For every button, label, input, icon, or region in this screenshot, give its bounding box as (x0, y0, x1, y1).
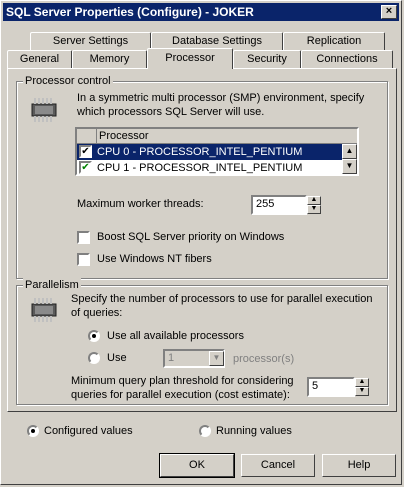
use-n-processors-label: Use (107, 352, 127, 364)
close-icon[interactable]: × (381, 5, 397, 19)
title-bar: SQL Server Properties (Configure) - JOKE… (3, 3, 399, 21)
parallel-chip-icon (31, 298, 57, 322)
max-worker-input[interactable]: 255 (251, 195, 307, 215)
spin-down-icon[interactable]: ▼ (307, 205, 321, 214)
tab-processor[interactable]: Processor (147, 48, 233, 69)
processor-control-group: Processor control In a symmetric multi p… (16, 74, 388, 279)
tab-connections[interactable]: Connections (301, 50, 393, 68)
window-title: SQL Server Properties (Configure) - JOKE… (6, 5, 254, 19)
chevron-down-icon[interactable]: ▼ (209, 351, 224, 366)
processor-list-scrollbar[interactable]: ▲ ▼ (342, 144, 357, 174)
scroll-down-icon[interactable]: ▼ (342, 159, 357, 174)
boost-priority-checkbox[interactable] (77, 231, 90, 244)
cpu0-checkbox[interactable]: ✔ (79, 145, 92, 158)
tab-panel-processor: Processor control In a symmetric multi p… (7, 68, 397, 412)
use-all-processors-label: Use all available processors (107, 330, 244, 342)
cpu1-checkbox[interactable]: ✔ (79, 161, 92, 174)
processor-column-label: Processor (99, 130, 149, 142)
use-all-processors-radio[interactable] (88, 330, 100, 342)
tab-memory[interactable]: Memory (72, 50, 147, 68)
nt-fibers-checkbox[interactable] (77, 253, 90, 266)
processor-row-cpu0[interactable]: ✔ CPU 0 - PROCESSOR_INTEL_PENTIUM (77, 144, 342, 160)
processor-chip-icon (31, 98, 57, 122)
processor-list-header: Processor (77, 129, 357, 144)
spin-up-icon[interactable]: ▲ (355, 378, 369, 387)
ok-button[interactable]: OK (159, 453, 235, 478)
configured-values-label: Configured values (44, 425, 133, 437)
processor-description: In a symmetric multi processor (SMP) env… (77, 92, 365, 118)
spin-up-icon[interactable]: ▲ (307, 196, 321, 205)
use-n-processors-radio[interactable] (88, 352, 100, 364)
running-values-label: Running values (216, 425, 292, 437)
max-worker-label: Maximum worker threads: (77, 198, 204, 210)
processor-list[interactable]: Processor ✔ CPU 0 - PROCESSOR_INTEL_PENT… (75, 127, 359, 176)
tab-server-settings[interactable]: Server Settings (30, 32, 151, 50)
configured-values-radio[interactable] (27, 425, 39, 437)
cancel-button[interactable]: Cancel (241, 454, 315, 477)
help-button[interactable]: Help (322, 454, 396, 477)
threshold-input[interactable]: 5 (307, 377, 355, 397)
scroll-up-icon[interactable]: ▲ (342, 144, 357, 159)
parallelism-description: Specify the number of processors to use … (71, 293, 373, 319)
parallelism-title: Parallelism (23, 278, 81, 292)
threshold-spinner[interactable]: ▲ ▼ (355, 378, 369, 396)
processor-control-title: Processor control (23, 74, 113, 88)
parallelism-group: Parallelism Specify the number of proces… (16, 278, 388, 405)
max-worker-spinner[interactable]: ▲ ▼ (307, 196, 321, 214)
threshold-label: Minimum query plan threshold for conside… (71, 375, 294, 401)
tab-replication[interactable]: Replication (283, 32, 385, 50)
processors-suffix: processor(s) (233, 353, 295, 365)
tab-security[interactable]: Security (233, 50, 301, 68)
boost-priority-label: Boost SQL Server priority on Windows (97, 231, 285, 243)
spin-down-icon[interactable]: ▼ (355, 387, 369, 396)
properties-dialog: SQL Server Properties (Configure) - JOKE… (0, 0, 402, 485)
tab-general[interactable]: General (7, 50, 72, 68)
running-values-radio[interactable] (199, 425, 211, 437)
cpu0-label: CPU 0 - PROCESSOR_INTEL_PENTIUM (97, 146, 303, 158)
processor-row-cpu1[interactable]: ✔ CPU 1 - PROCESSOR_INTEL_PENTIUM (77, 160, 342, 174)
nt-fibers-label: Use Windows NT fibers (97, 253, 212, 265)
cpu1-label: CPU 1 - PROCESSOR_INTEL_PENTIUM (97, 162, 303, 174)
